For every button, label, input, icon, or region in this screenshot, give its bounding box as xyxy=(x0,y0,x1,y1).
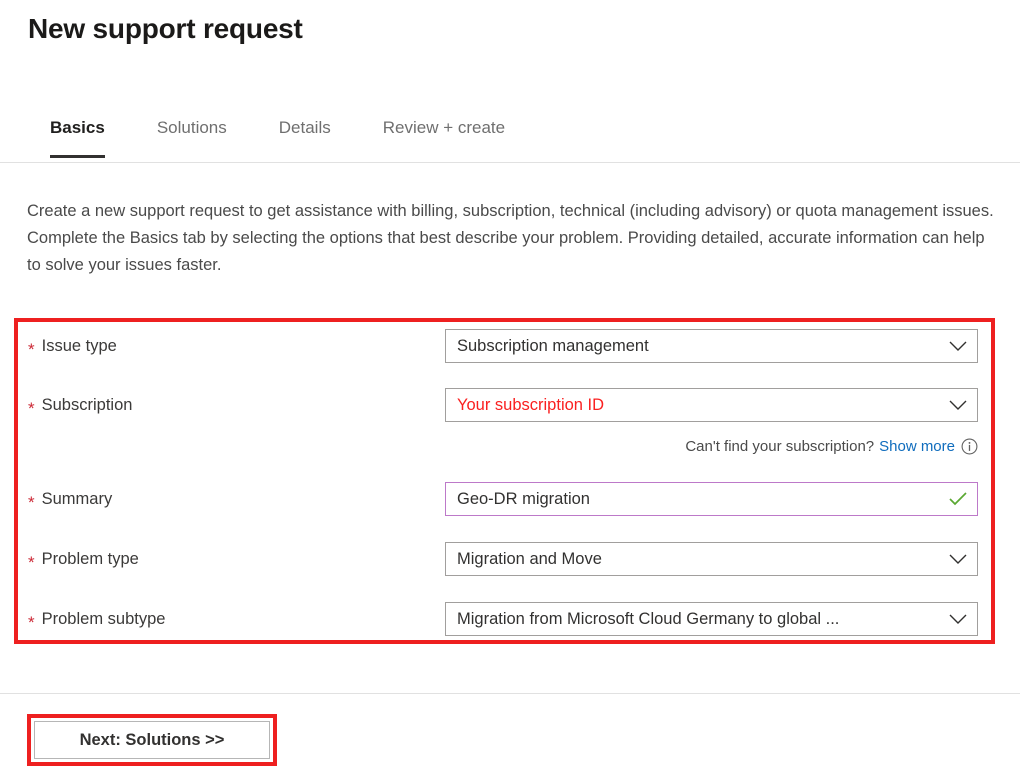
page-title: New support request xyxy=(28,9,303,49)
label-problem-subtype-text: Problem subtype xyxy=(42,610,166,629)
dropdown-problem-type[interactable]: Migration and Move xyxy=(445,542,978,576)
next-solutions-button[interactable]: Next: Solutions >> xyxy=(34,721,270,759)
intro-description: Create a new support request to get assi… xyxy=(27,198,997,279)
label-issue-type: * Issue type xyxy=(28,329,117,363)
show-more-link[interactable]: Show more xyxy=(879,438,955,455)
info-circle-icon[interactable] xyxy=(961,438,978,455)
label-problem-type: * Problem type xyxy=(28,542,139,576)
label-problem-subtype: * Problem subtype xyxy=(28,602,165,636)
dropdown-subscription-value: Your subscription ID xyxy=(446,396,939,415)
tab-details-label: Details xyxy=(279,118,331,137)
label-summary-text: Summary xyxy=(42,490,113,509)
label-subscription: * Subscription xyxy=(28,388,132,422)
tab-basics-label: Basics xyxy=(50,118,105,137)
field-row-subscription: * Subscription Your subscription ID xyxy=(0,388,1020,422)
label-subscription-text: Subscription xyxy=(42,396,133,415)
dropdown-problem-type-value: Migration and Move xyxy=(446,550,939,569)
dropdown-subscription[interactable]: Your subscription ID xyxy=(445,388,978,422)
new-support-request-page: New support request Basics Solutions Det… xyxy=(0,0,1020,776)
helper-question-text: Can't find your subscription? xyxy=(685,438,874,455)
wizard-tab-bar: Basics Solutions Details Review + create xyxy=(0,105,1020,163)
chevron-down-icon xyxy=(939,543,977,575)
checkmark-icon xyxy=(939,483,977,515)
required-asterisk-subscription: * xyxy=(28,400,35,417)
chevron-down-icon xyxy=(939,389,977,421)
intro-paragraph-2: Complete the Basics tab by selecting the… xyxy=(27,225,997,279)
dropdown-problem-subtype[interactable]: Migration from Microsoft Cloud Germany t… xyxy=(445,602,978,636)
chevron-down-icon xyxy=(939,603,977,635)
tab-details[interactable]: Details xyxy=(279,105,331,158)
required-asterisk-issue-type: * xyxy=(28,341,35,358)
intro-paragraph-1: Create a new support request to get assi… xyxy=(27,198,997,225)
dropdown-problem-subtype-value: Migration from Microsoft Cloud Germany t… xyxy=(446,610,939,629)
subscription-helper-text: Can't find your subscription? Show more xyxy=(445,434,978,458)
field-row-summary: * Summary Geo-DR migration xyxy=(0,482,1020,516)
label-summary: * Summary xyxy=(28,482,112,516)
dropdown-issue-type[interactable]: Subscription management xyxy=(445,329,978,363)
tab-review-create[interactable]: Review + create xyxy=(383,105,505,158)
chevron-down-icon xyxy=(939,330,977,362)
required-asterisk-summary: * xyxy=(28,494,35,511)
summary-input[interactable]: Geo-DR migration xyxy=(445,482,978,516)
summary-input-value: Geo-DR migration xyxy=(446,490,939,509)
field-row-issue-type: * Issue type Subscription management xyxy=(0,329,1020,363)
tab-review-create-label: Review + create xyxy=(383,118,505,137)
field-row-problem-subtype: * Problem subtype Migration from Microso… xyxy=(0,602,1020,636)
field-row-problem-type: * Problem type Migration and Move xyxy=(0,542,1020,576)
tab-solutions[interactable]: Solutions xyxy=(157,105,227,158)
required-asterisk-problem-subtype: * xyxy=(28,614,35,631)
dropdown-issue-type-value: Subscription management xyxy=(446,337,939,356)
label-issue-type-text: Issue type xyxy=(42,337,117,356)
label-problem-type-text: Problem type xyxy=(42,550,139,569)
footer-divider xyxy=(0,693,1020,694)
tab-solutions-label: Solutions xyxy=(157,118,227,137)
required-asterisk-problem-type: * xyxy=(28,554,35,571)
tab-basics[interactable]: Basics xyxy=(50,105,105,158)
highlight-rectangle-form xyxy=(14,318,995,644)
